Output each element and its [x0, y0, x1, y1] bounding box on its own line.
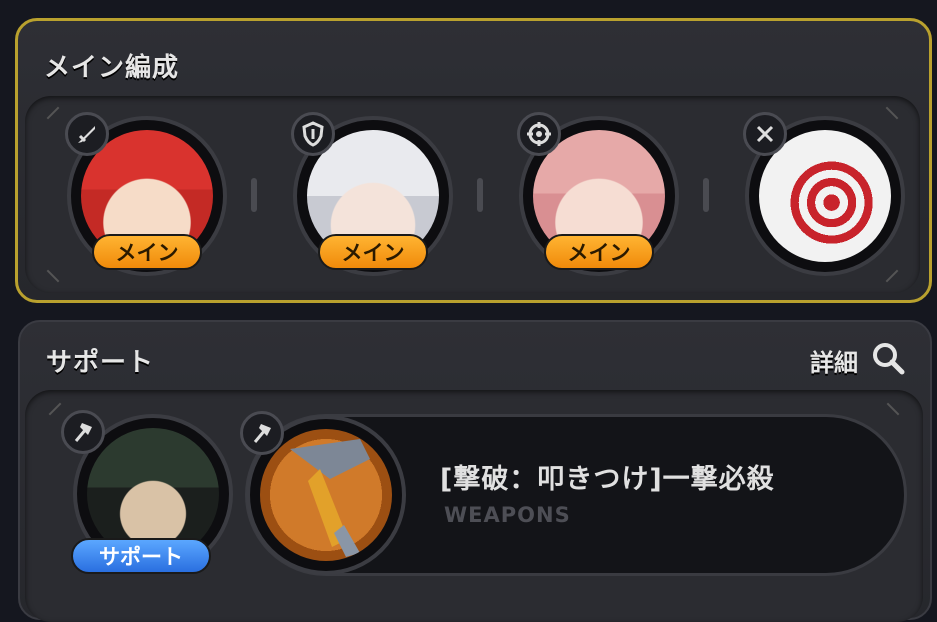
slot-divider: [703, 178, 709, 212]
support-title: サポート: [46, 348, 155, 378]
detail-label: 詳細: [810, 348, 858, 377]
support-panel: サポート 詳細 サポート [撃破：叩きつけ]一撃必殺 WEAPONS: [18, 320, 932, 622]
main-slot-2[interactable]: メイン: [291, 112, 453, 276]
main-formation-panel: メイン編成 メイン メイン メイン: [15, 18, 932, 303]
main-formation-title: メイン編成: [44, 53, 180, 83]
detail-button[interactable]: 詳細: [810, 340, 906, 380]
support-content: サポート [撃破：叩きつけ]一撃必殺 WEAPONS: [25, 390, 923, 622]
weapon-name: [撃破：叩きつけ]一撃必殺: [440, 464, 775, 495]
main-role-badge: メイン: [318, 234, 428, 270]
slot-divider: [477, 178, 483, 212]
main-slot-4[interactable]: [743, 112, 905, 276]
sword-icon: [65, 112, 109, 156]
crosshair-gear-icon: [517, 112, 561, 156]
axe-icon: [61, 410, 105, 454]
support-weapon-bar[interactable]: [撃破：叩きつけ]一撃必殺 WEAPONS: [240, 411, 907, 576]
axe-icon: [240, 411, 284, 455]
main-slot-3[interactable]: メイン: [517, 112, 679, 276]
main-formation-slots: メイン メイン メイン: [25, 96, 920, 293]
shield-icon: [291, 112, 335, 156]
support-role-badge: サポート: [71, 538, 211, 574]
main-role-badge: メイン: [92, 234, 202, 270]
main-role-badge: メイン: [544, 234, 654, 270]
search-icon: [870, 340, 906, 380]
slot-divider: [251, 178, 257, 212]
main-slot-1[interactable]: メイン: [65, 112, 227, 276]
weapon-category: WEAPONS: [444, 503, 571, 527]
close-icon[interactable]: [743, 112, 787, 156]
support-member-slot[interactable]: サポート: [59, 410, 233, 574]
